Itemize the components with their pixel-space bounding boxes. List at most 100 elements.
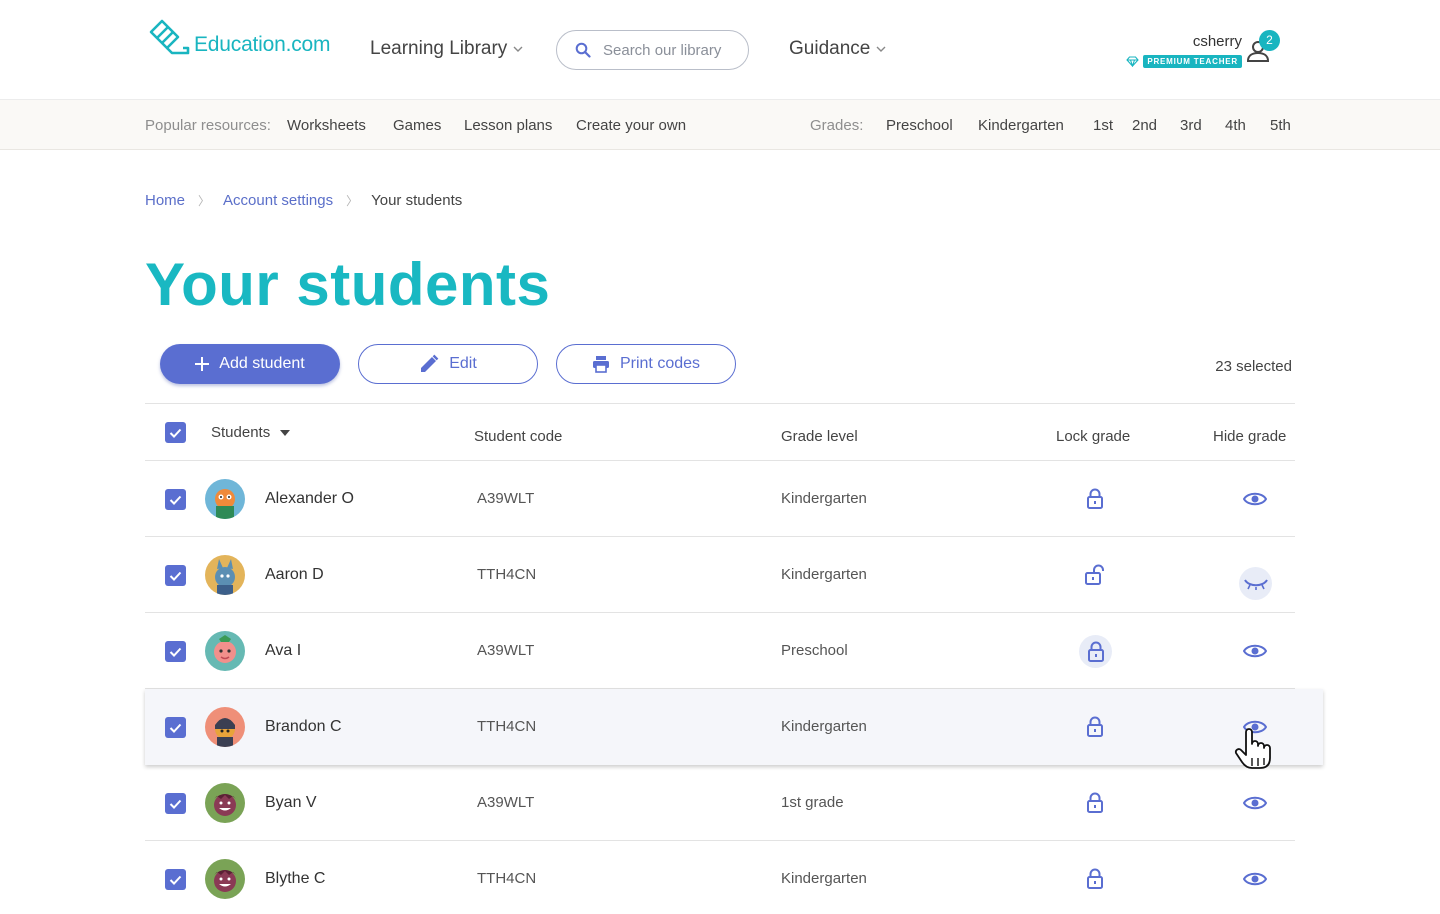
checkmark-icon: [169, 875, 182, 885]
grade-link-5th[interactable]: 5th: [1270, 117, 1291, 134]
grade-level: Kindergarten: [781, 490, 867, 507]
diamond-icon: [1126, 56, 1140, 67]
row-checkbox[interactable]: [165, 489, 186, 510]
search-box[interactable]: [556, 30, 749, 70]
student-name: Brandon C: [265, 718, 342, 735]
eye-icon: [1243, 644, 1267, 658]
avatar: [205, 707, 245, 747]
premium-badge: PREMIUM TEACHER: [1143, 55, 1242, 68]
grade-level-header: Grade level: [781, 428, 858, 445]
grade-level: Preschool: [781, 642, 848, 659]
search-icon: [575, 42, 591, 58]
lock-grade-toggle[interactable]: [1083, 791, 1107, 815]
table-row[interactable]: Blythe C TTH4CN Kindergarten: [145, 841, 1295, 914]
student-name: Byan V: [265, 794, 317, 811]
selected-count: 23 selected: [1215, 358, 1292, 375]
breadcrumb-separator-icon: 〉: [198, 194, 211, 208]
site-header: Education.com Learning Library Guidance …: [0, 0, 1440, 100]
link-create-your-own[interactable]: Create your own: [576, 117, 686, 134]
lock-grade-toggle[interactable]: [1083, 715, 1107, 739]
chevron-down-icon: [876, 46, 886, 52]
nav-guidance-label: Guidance: [789, 38, 871, 59]
avatar: [205, 555, 245, 595]
grade-link-1st[interactable]: 1st: [1093, 117, 1113, 134]
lock-grade-toggle[interactable]: [1083, 487, 1107, 511]
eye-icon: [1243, 872, 1267, 886]
breadcrumb-home[interactable]: Home: [145, 192, 185, 209]
add-student-label: Add student: [219, 355, 305, 372]
breadcrumb-current: Your students: [371, 192, 463, 209]
student-name: Ava I: [265, 642, 302, 659]
row-checkbox[interactable]: [165, 641, 186, 662]
grade-link-preschool[interactable]: Preschool: [886, 117, 953, 134]
students-sort-header[interactable]: Students: [211, 424, 291, 441]
table-header: Students Student code Grade level Lock g…: [145, 403, 1295, 461]
hide-grade-toggle[interactable]: [1242, 792, 1268, 814]
search-input[interactable]: [603, 41, 743, 59]
link-worksheets[interactable]: Worksheets: [287, 117, 366, 134]
add-student-button[interactable]: Add student: [160, 344, 340, 384]
select-all-checkbox[interactable]: [165, 422, 186, 443]
table-row[interactable]: Aaron D TTH4CN Kindergarten: [145, 537, 1295, 613]
hide-grade-toggle[interactable]: [1239, 567, 1272, 600]
table-row[interactable]: Ava I A39WLT Preschool: [145, 613, 1295, 689]
checkmark-icon: [169, 799, 182, 809]
student-code: TTH4CN: [477, 566, 537, 583]
avatar: [205, 783, 245, 823]
row-checkbox[interactable]: [165, 793, 186, 814]
students-table: Students Student code Grade level Lock g…: [145, 403, 1323, 914]
premium-indicator: PREMIUM TEACHER: [1126, 55, 1242, 68]
grade-link-4th[interactable]: 4th: [1225, 117, 1246, 134]
lock-grade-toggle[interactable]: [1079, 635, 1112, 668]
grades-label: Grades:: [810, 117, 864, 134]
students-header-label: Students: [211, 424, 271, 441]
student-code: TTH4CN: [477, 870, 537, 887]
table-row[interactable]: Alexander O A39WLT Kindergarten: [145, 461, 1295, 537]
lock-icon: [1087, 868, 1103, 889]
eye-closed-icon: [1243, 578, 1268, 590]
row-checkbox[interactable]: [165, 717, 186, 738]
nav-learning-library-label: Learning Library: [370, 38, 508, 59]
table-row[interactable]: Byan V A39WLT 1st grade: [145, 765, 1295, 841]
student-name: Blythe C: [265, 870, 326, 887]
student-code: A39WLT: [477, 642, 535, 659]
print-codes-button[interactable]: Print codes: [556, 344, 736, 384]
avatar: [205, 479, 245, 519]
grade-link-3rd[interactable]: 3rd: [1180, 117, 1202, 134]
lock-grade-toggle[interactable]: [1083, 867, 1107, 891]
user-menu[interactable]: csherry PREMIUM TEACHER 2: [1120, 30, 1280, 74]
student-name: Aaron D: [265, 566, 324, 583]
resource-bar: Popular resources: Worksheets Games Less…: [0, 100, 1440, 150]
row-checkbox[interactable]: [165, 869, 186, 890]
student-code: TTH4CN: [477, 718, 537, 735]
lock-icon: [1087, 641, 1104, 662]
lock-icon: [1087, 792, 1103, 813]
lock-icon: [1087, 716, 1103, 737]
breadcrumb: Home 〉 Account settings 〉 Your students: [145, 192, 462, 209]
student-code: A39WLT: [477, 794, 535, 811]
nav-guidance[interactable]: Guidance: [789, 38, 886, 60]
print-codes-label: Print codes: [619, 355, 701, 372]
breadcrumb-account-settings[interactable]: Account settings: [223, 192, 333, 209]
nav-learning-library[interactable]: Learning Library: [370, 38, 523, 60]
logo[interactable]: Education.com: [148, 18, 331, 58]
row-checkbox[interactable]: [165, 565, 186, 586]
notification-badge[interactable]: 2: [1259, 30, 1280, 51]
table-row[interactable]: Brandon C TTH4CN Kindergarten: [145, 689, 1323, 765]
link-games[interactable]: Games: [393, 117, 441, 134]
grade-level: Kindergarten: [781, 566, 867, 583]
hide-grade-toggle[interactable]: [1242, 640, 1268, 662]
chevron-down-icon: [513, 46, 523, 52]
student-name: Alexander O: [265, 490, 354, 507]
eye-icon: [1243, 796, 1267, 810]
hide-grade-toggle[interactable]: [1242, 868, 1268, 890]
grade-level: 1st grade: [781, 794, 844, 811]
grade-link-kindergarten[interactable]: Kindergarten: [978, 117, 1064, 134]
breadcrumb-separator-icon: 〉: [346, 194, 359, 208]
hide-grade-toggle[interactable]: [1242, 488, 1268, 510]
link-lesson-plans[interactable]: Lesson plans: [464, 117, 552, 134]
lock-grade-toggle[interactable]: [1083, 563, 1107, 587]
checkmark-icon: [169, 647, 182, 657]
grade-link-2nd[interactable]: 2nd: [1132, 117, 1157, 134]
edit-button[interactable]: Edit: [358, 344, 538, 384]
